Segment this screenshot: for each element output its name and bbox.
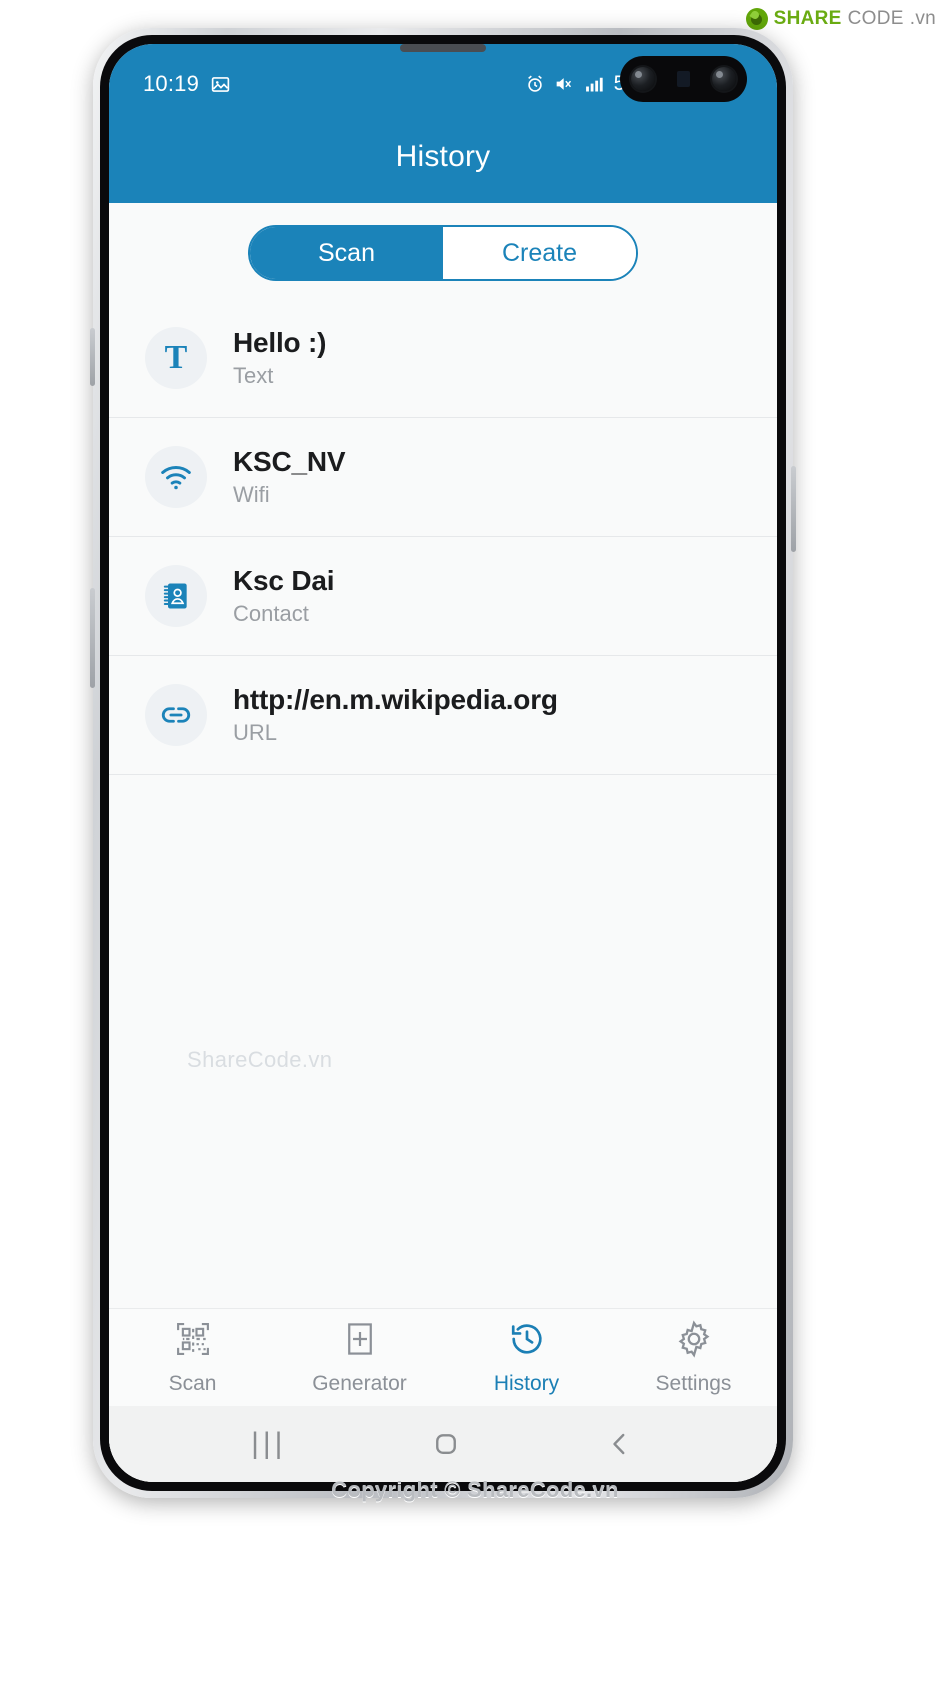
sharecode-logo: SHARE CODE .vn xyxy=(745,8,936,30)
segment-create[interactable]: Create xyxy=(443,227,636,279)
alarm-icon xyxy=(525,74,545,94)
text-t-icon: T xyxy=(145,327,207,389)
brand-tld-text: .vn xyxy=(909,8,936,29)
vibrate-mute-icon xyxy=(554,74,574,94)
list-item-title: http://en.m.wikipedia.org xyxy=(233,684,558,715)
list-item-text: KSC_NV Wifi xyxy=(233,446,346,508)
history-clock-icon xyxy=(508,1320,546,1363)
history-list: T Hello :) Text KSC_NV Wifi Ksc Dai Cont… xyxy=(109,299,777,775)
camera-sensor-icon xyxy=(677,71,690,87)
bottom-tab-bar: Scan Generator History Settings xyxy=(109,1308,777,1406)
body-watermark: ShareCode.vn xyxy=(187,1047,333,1072)
list-item[interactable]: T Hello :) Text xyxy=(109,299,777,418)
status-clock: 10:19 xyxy=(143,71,200,96)
tab-history[interactable]: History xyxy=(443,1320,610,1396)
earpiece-speaker xyxy=(400,44,486,52)
footer-watermark: Copyright © ShareCode.vn xyxy=(331,1477,619,1502)
t-glyph: T xyxy=(164,339,188,376)
image-icon xyxy=(210,74,231,95)
camera-lens-primary-icon xyxy=(631,67,655,91)
wifi-icon xyxy=(145,446,207,508)
list-item[interactable]: Ksc Dai Contact xyxy=(109,537,777,656)
back-button[interactable] xyxy=(605,1429,635,1459)
list-item-text: Ksc Dai Contact xyxy=(233,565,335,627)
side-button-volume[interactable] xyxy=(90,588,95,688)
list-item-title: Ksc Dai xyxy=(233,565,335,596)
list-item[interactable]: http://en.m.wikipedia.org URL xyxy=(109,656,777,775)
phone-screen: 10:19 History Scan Create T Hello:) Tex… xyxy=(109,44,777,1482)
brand-code-text: CODE xyxy=(847,8,904,29)
plus-box-icon xyxy=(341,1320,379,1363)
segmented-control: Scan Create xyxy=(248,225,638,281)
tab-label: History xyxy=(493,1371,560,1395)
side-button-power[interactable] xyxy=(791,466,796,552)
gear-icon xyxy=(675,1319,713,1363)
segmented-control-wrapper: Scan Create xyxy=(109,203,777,299)
tab-label: Settings xyxy=(655,1371,732,1395)
phone-mockup: 10:19 History Scan Create T Hello:) Tex… xyxy=(90,28,796,1498)
sharecode-mark-icon xyxy=(745,8,768,30)
tab-label: Generator xyxy=(312,1371,407,1395)
list-item-title: KSC_NV xyxy=(233,446,346,477)
recents-button[interactable]: ||| xyxy=(251,1427,286,1461)
phone-bezel: 10:19 History Scan Create T Hello:) Tex… xyxy=(100,35,786,1491)
list-item-text: Hello :) Text xyxy=(233,327,326,389)
brand-share-text: SHARE xyxy=(773,8,842,29)
link-icon xyxy=(145,684,207,746)
home-button[interactable] xyxy=(431,1429,461,1459)
app-bar: History xyxy=(109,110,777,203)
main-content: Scan Create T Hello :) Text KSC_NV Wifi … xyxy=(109,203,777,1482)
qr-code-icon xyxy=(174,1320,212,1363)
tab-settings[interactable]: Settings xyxy=(610,1319,777,1396)
page-title: History xyxy=(395,139,491,173)
signal-bars-icon xyxy=(583,74,605,94)
tab-generator[interactable]: Generator xyxy=(276,1320,443,1396)
list-item-type: Wifi xyxy=(233,482,270,507)
side-button-bixby[interactable] xyxy=(90,328,95,386)
empty-area: ShareCode.vn xyxy=(109,775,777,1308)
status-bar-left: 10:19 xyxy=(143,71,231,97)
punch-hole-camera xyxy=(620,56,747,102)
list-item-type: URL xyxy=(233,720,278,745)
list-item[interactable]: KSC_NV Wifi xyxy=(109,418,777,537)
list-item-text: http://en.m.wikipedia.org URL xyxy=(233,684,558,746)
camera-lens-secondary-icon xyxy=(712,67,736,91)
list-item-title: Hello :) xyxy=(233,327,327,358)
tab-label: Scan xyxy=(168,1371,217,1395)
list-item-type: Contact xyxy=(233,601,309,626)
segment-scan[interactable]: Scan xyxy=(250,227,443,279)
android-navigation-bar: ||| xyxy=(109,1406,777,1482)
contact-book-icon xyxy=(145,565,207,627)
list-item-type: Text xyxy=(233,363,274,388)
tab-scan[interactable]: Scan xyxy=(109,1320,276,1396)
